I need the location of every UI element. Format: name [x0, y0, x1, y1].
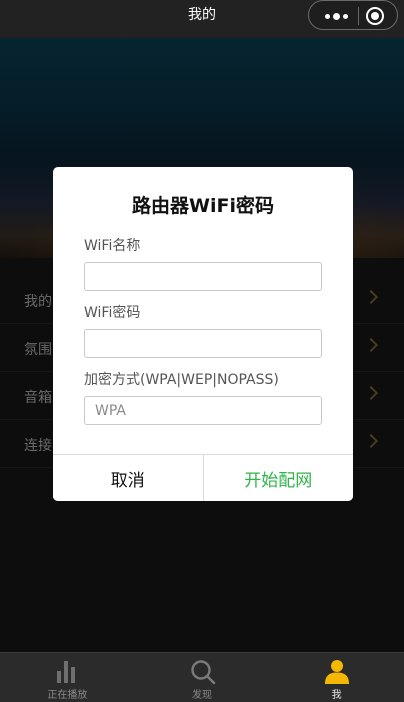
cancel-button[interactable]: 取消 — [53, 455, 204, 501]
screen: 我的 我的 氛围 音箱 连接 — [0, 0, 404, 702]
tab-label: 正在播放 — [47, 690, 88, 701]
wifi-config-dialog: 路由器WiFi密码 WiFi名称 WiFi密码 加密方式(WPA|WEP|NOP… — [53, 167, 353, 501]
dialog-title: 路由器WiFi密码 — [132, 195, 274, 217]
wifi-password-label: WiFi密码 — [84, 305, 141, 321]
top-bar: 我的 — [0, 0, 404, 38]
search-icon — [191, 660, 216, 685]
tab-bar: 正在播放 发现 我 — [0, 652, 404, 702]
dialog-actions: 取消 开始配网 — [53, 454, 353, 501]
wifi-name-label: WiFi名称 — [84, 238, 141, 254]
tab-me[interactable]: 我 — [269, 653, 404, 702]
encryption-label: 加密方式(WPA|WEP|NOPASS) — [84, 372, 279, 388]
tab-now-playing[interactable]: 正在播放 — [0, 653, 135, 702]
start-config-button[interactable]: 开始配网 — [203, 455, 353, 501]
tab-label: 发现 — [192, 690, 212, 701]
user-icon — [324, 660, 349, 684]
tab-discover[interactable]: 发现 — [135, 653, 270, 702]
close-target-icon[interactable] — [366, 7, 384, 25]
capsule-divider — [358, 7, 359, 25]
encryption-input[interactable] — [84, 396, 322, 425]
wifi-name-input[interactable] — [84, 262, 322, 291]
bar-chart-icon — [57, 661, 75, 683]
tab-label: 我 — [331, 690, 342, 701]
wifi-password-input[interactable] — [84, 329, 322, 358]
more-icon[interactable] — [319, 8, 353, 24]
mini-program-capsule — [308, 0, 398, 30]
